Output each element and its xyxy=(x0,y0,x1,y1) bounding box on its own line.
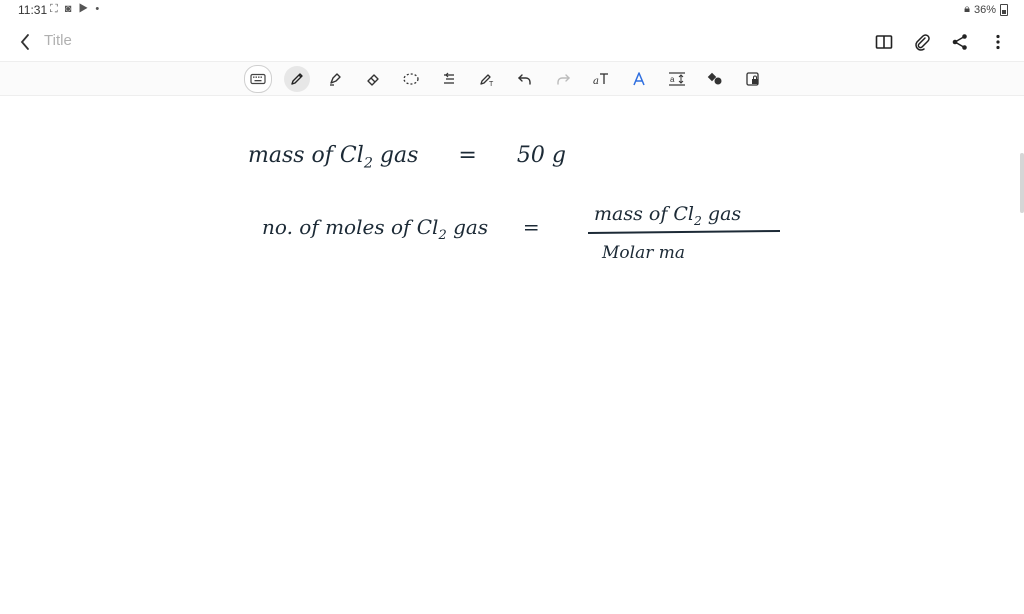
tool-list: T a a xyxy=(244,65,766,93)
fraction-numerator: mass of Cl2 gas xyxy=(594,203,741,228)
gas-label: gas xyxy=(446,215,489,239)
subscript-2: 2 xyxy=(363,155,373,172)
fraction-bar xyxy=(587,229,781,235)
shapes-button[interactable] xyxy=(702,66,728,92)
subscript-2: 2 xyxy=(438,228,447,243)
numerator-tail: gas xyxy=(701,203,742,225)
share-icon xyxy=(952,34,967,50)
shapes-icon xyxy=(707,72,722,85)
fraction-denominator: Molar ma xyxy=(602,243,685,263)
note-header: Title xyxy=(0,24,1024,60)
moles-label: no. of moles of Cl xyxy=(262,215,439,239)
text-align-icon xyxy=(444,72,454,84)
mass-label: mass of Cl xyxy=(248,143,364,168)
status-notification-icons: ⛶ ◙ ▶ • xyxy=(50,3,102,15)
back-button[interactable] xyxy=(14,28,38,56)
keyboard-icon xyxy=(250,73,266,85)
undo-icon xyxy=(518,74,531,85)
text-align-button[interactable] xyxy=(436,66,462,92)
page-view-button[interactable] xyxy=(872,30,896,54)
pen-icon xyxy=(291,73,303,85)
note-canvas[interactable]: mass of Cl2 gas = 50 g no. of moles of C… xyxy=(0,95,1024,614)
lasso-icon xyxy=(403,73,419,85)
highlighter-icon xyxy=(330,73,341,86)
text-format-button[interactable]: a xyxy=(664,66,690,92)
undo-button[interactable] xyxy=(512,66,538,92)
scrollbar[interactable] xyxy=(1020,153,1024,213)
text-tool-button[interactable]: a xyxy=(588,66,614,92)
battery-icon xyxy=(1000,3,1008,16)
book-icon xyxy=(875,35,893,49)
status-bar: 11:31 ⛶ ◙ ▶ • 🔒︎ 36% xyxy=(0,0,1024,22)
status-time: 11:31 xyxy=(18,3,48,17)
shape-recognition-button[interactable] xyxy=(626,66,652,92)
svg-text:T: T xyxy=(489,81,494,87)
text-format-icon: a xyxy=(669,72,685,86)
lock-status-icon: 🔒︎ xyxy=(964,3,970,15)
handwriting-line-2: no. of moles of Cl2 gas = xyxy=(262,215,540,243)
svg-text:a: a xyxy=(593,76,599,87)
shape-icon xyxy=(633,72,645,86)
numerator-text: mass of Cl xyxy=(594,203,695,225)
header-actions xyxy=(872,30,1010,54)
share-button[interactable] xyxy=(948,30,972,54)
paperclip-icon xyxy=(915,34,930,51)
pen-settings-button[interactable]: T xyxy=(474,66,500,92)
lock-button[interactable] xyxy=(740,66,766,92)
text-tool-icon: a xyxy=(593,73,608,87)
equals-sign: = xyxy=(522,215,540,239)
handwriting-line-1: mass of Cl2 gas = 50 g xyxy=(248,143,566,171)
lock-icon xyxy=(746,72,759,86)
more-vertical-icon xyxy=(996,34,1000,50)
drawing-toolbar: T a a xyxy=(0,61,1024,96)
pen-button[interactable] xyxy=(284,66,310,92)
lasso-button[interactable] xyxy=(398,66,424,92)
battery-percent: 36% xyxy=(973,3,996,16)
redo-button[interactable] xyxy=(550,66,576,92)
status-right: 🔒︎ 36% xyxy=(964,3,1008,16)
attach-button[interactable] xyxy=(910,30,934,54)
svg-text:a: a xyxy=(670,75,675,84)
redo-icon xyxy=(557,74,570,85)
mass-value: 50 g xyxy=(516,143,566,168)
equals-sign: = xyxy=(458,143,477,168)
note-title[interactable]: Title xyxy=(44,32,72,49)
eraser-icon xyxy=(367,74,379,86)
keyboard-button[interactable] xyxy=(244,65,272,93)
subscript-2: 2 xyxy=(694,213,702,228)
eraser-button[interactable] xyxy=(360,66,386,92)
more-options-button[interactable] xyxy=(986,30,1010,54)
gas-label: gas xyxy=(372,143,419,168)
pen-settings-icon: T xyxy=(480,74,494,87)
highlighter-button[interactable] xyxy=(322,66,348,92)
chevron-left-icon xyxy=(20,34,29,50)
